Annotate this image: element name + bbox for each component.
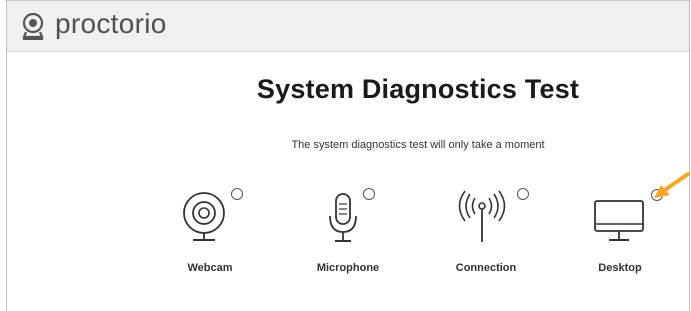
- check-desktop: Desktop: [565, 186, 675, 286]
- desktop-label: Desktop: [598, 262, 642, 274]
- page-subtitle-text: The system diagnostics test will only ta…: [291, 139, 545, 151]
- page-subtitle: The system diagnostics test will only ta…: [7, 139, 689, 151]
- webcam-icon: [183, 192, 225, 241]
- connection-status-indicator: [517, 188, 529, 200]
- check-webcam: Webcam: [155, 186, 265, 286]
- header-bar: proctorio: [7, 0, 689, 52]
- check-microphone: Microphone: [293, 186, 403, 286]
- brand-name: proctorio: [55, 8, 167, 39]
- page-title-text: System Diagnostics Test: [256, 74, 580, 104]
- microphone-status-indicator: [363, 188, 375, 200]
- annotation-arrow-icon: [654, 172, 690, 198]
- webcam-label: Webcam: [187, 262, 233, 274]
- microphone-icon: [329, 193, 357, 242]
- proctorio-logo-icon: [22, 13, 44, 40]
- connection-label: Connection: [455, 262, 517, 274]
- page-title: System Diagnostics Test: [7, 74, 689, 105]
- app-window: proctorio System Diagnostics Test The sy…: [6, 0, 690, 311]
- webcam-status-indicator: [231, 188, 243, 200]
- check-connection: Connection: [431, 186, 541, 286]
- microphone-label: Microphone: [316, 262, 380, 274]
